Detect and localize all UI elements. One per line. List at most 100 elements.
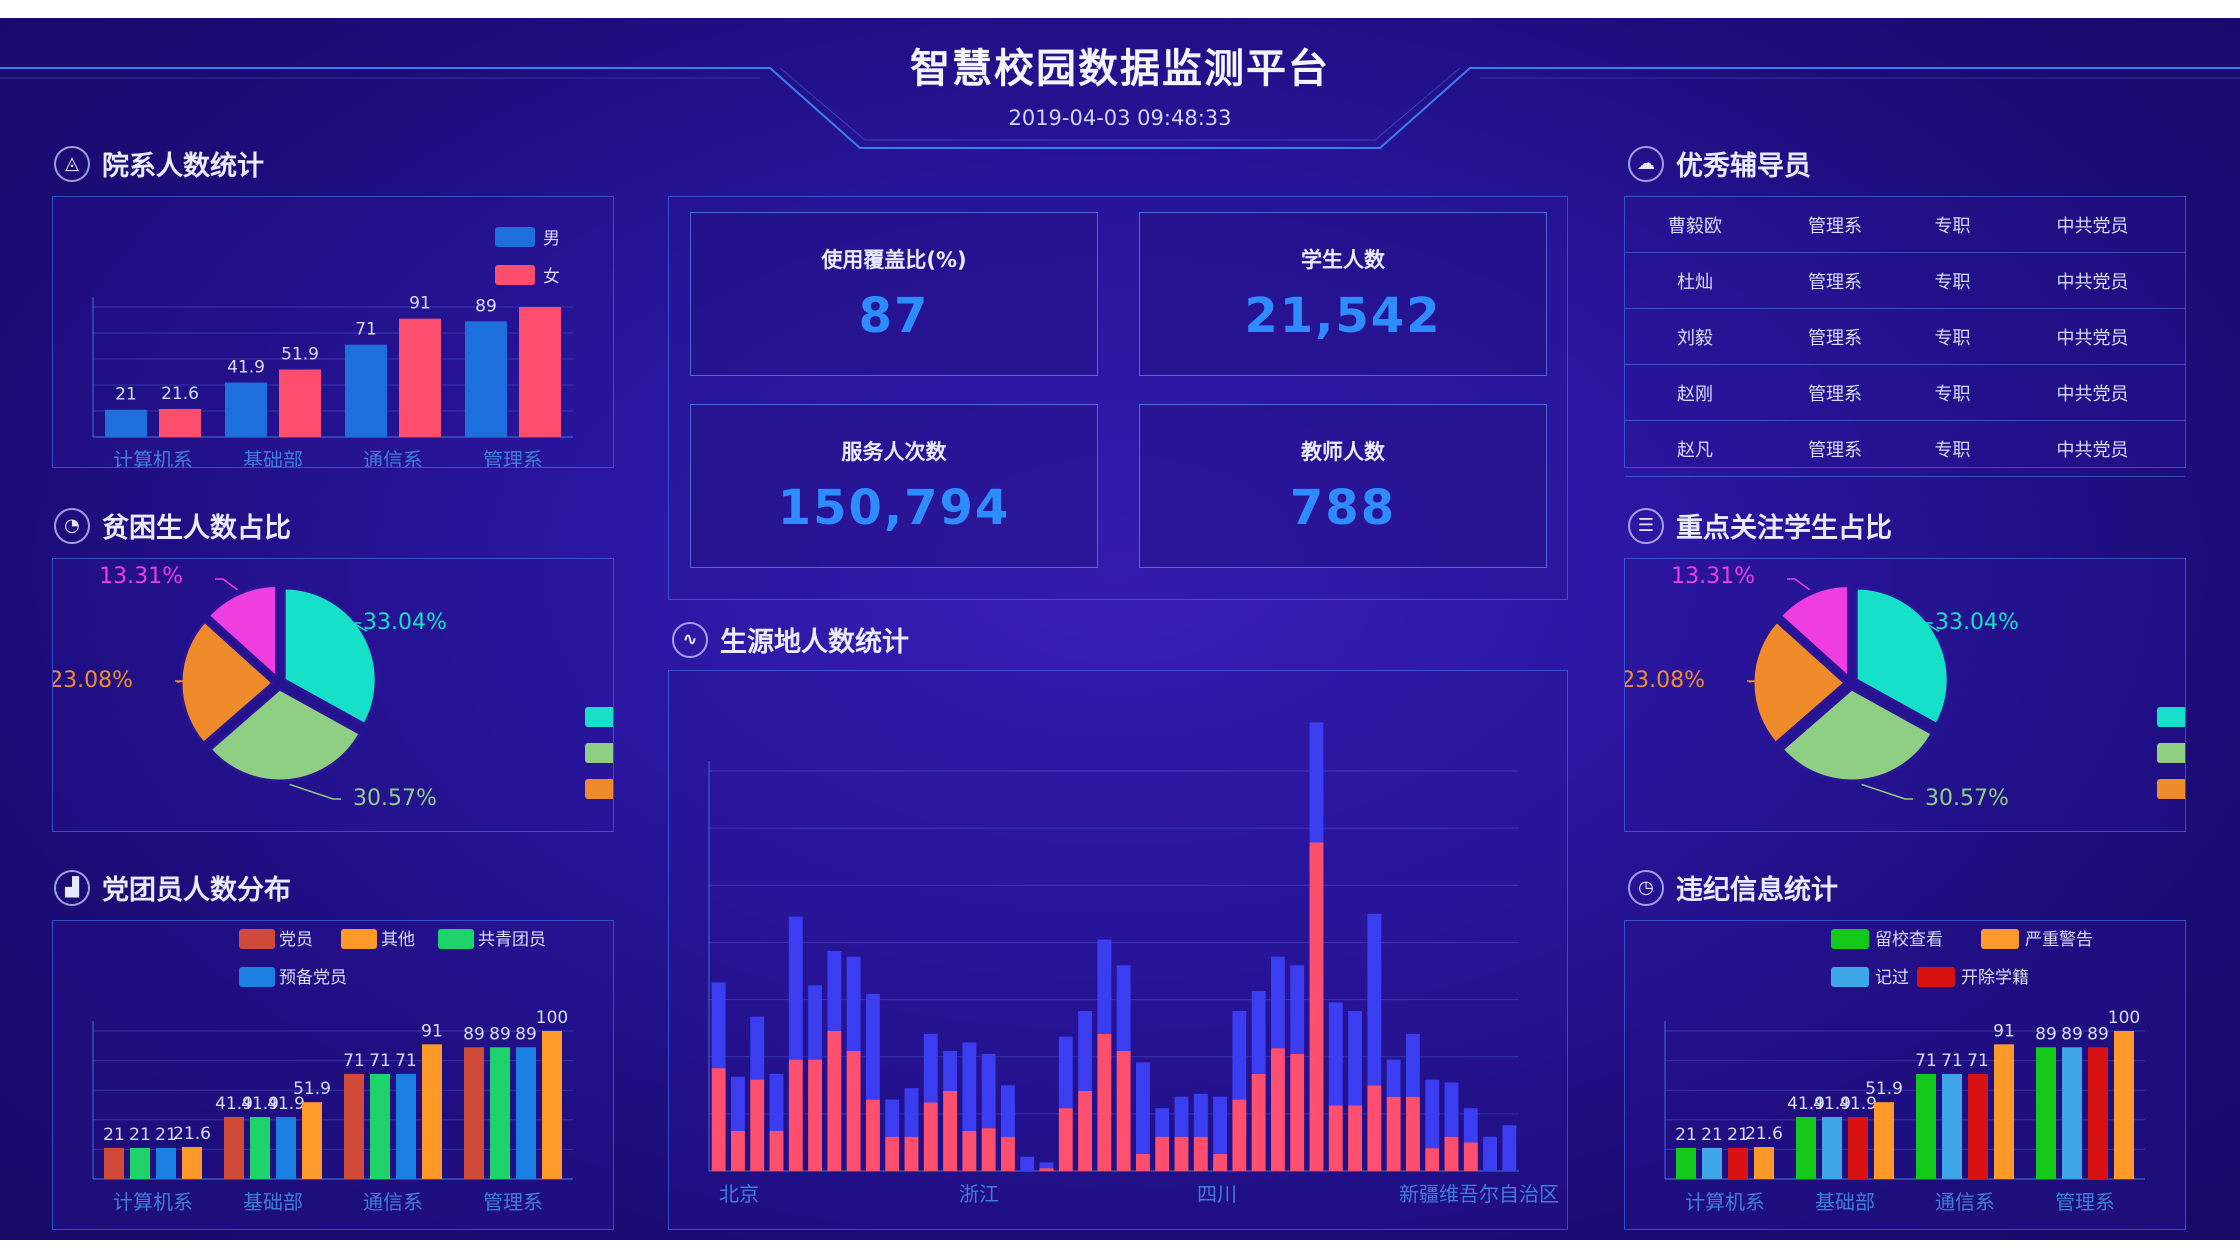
bar	[769, 1131, 784, 1171]
table-row: 杜灿 管理系 专职 中共党员	[1625, 252, 2185, 309]
bar	[962, 1042, 977, 1131]
legend-swatch	[1981, 929, 2019, 949]
pie-label: 13.31%	[99, 564, 183, 589]
legend-label: 共青团员	[478, 930, 546, 950]
bar	[344, 1073, 364, 1179]
legend-label: 记过	[1875, 968, 1909, 988]
stat-value: 87	[858, 288, 930, 344]
legend-swatch	[1831, 929, 1869, 949]
bar	[105, 409, 147, 437]
table-cell: 专职	[1905, 364, 2000, 421]
table-cell: 专职	[1905, 252, 2000, 309]
bar	[885, 1099, 900, 1137]
data-label: 21.6	[1745, 1124, 1783, 1144]
x-tick-label: 管理系	[483, 1190, 543, 1214]
pie-leader-line	[1747, 680, 1756, 683]
bar	[1213, 1153, 1228, 1171]
legend-swatch	[2157, 707, 2197, 727]
bar	[2036, 1047, 2056, 1179]
bar	[225, 382, 267, 437]
bar	[279, 369, 321, 437]
section-title-focus-ratio: ☰ 重点关注学生占比	[1628, 506, 1892, 545]
bar	[1367, 1085, 1382, 1171]
bar	[104, 1147, 124, 1179]
bar	[519, 307, 561, 437]
bar	[1367, 913, 1382, 1086]
stat-label: 服务人次数	[841, 440, 947, 464]
stat-label: 使用覆盖比(%)	[821, 248, 967, 272]
section-title-text: 院系人数统计	[102, 151, 264, 182]
bar	[865, 1099, 880, 1171]
data-label: 71	[1915, 1051, 1937, 1071]
bar	[1097, 939, 1112, 1034]
bar	[1425, 1148, 1440, 1171]
bar	[1968, 1073, 1988, 1179]
legend-label: 严重警告	[2025, 930, 2093, 950]
bar	[1916, 1073, 1936, 1179]
party-distribution-chart: 21 21 2121.6计算机系41.941.941.951.9基础部71 71 719…	[92, 929, 573, 1214]
x-tick-label: 基础部	[1815, 1190, 1875, 1214]
x-tick-label: 管理系	[2055, 1190, 2115, 1214]
data-label: 71	[369, 1051, 391, 1071]
bar	[370, 1073, 390, 1179]
data-label: 21	[103, 1125, 125, 1145]
bar	[396, 1073, 416, 1179]
table-cell: 曹毅欧	[1625, 197, 1765, 253]
legend-swatch	[1917, 967, 1955, 987]
pie-leader-line	[1861, 783, 1913, 800]
stat-value: 21,542	[1244, 288, 1442, 344]
data-label: 21	[1675, 1125, 1697, 1145]
bar	[1405, 1033, 1420, 1097]
bar	[1848, 1116, 1868, 1179]
bar	[1702, 1147, 1722, 1179]
pie-leader-line	[175, 680, 184, 683]
section-title-text: 重点关注学生占比	[1676, 513, 1892, 544]
bar	[1942, 1073, 1962, 1179]
x-tick-label: 四川	[1197, 1182, 1237, 1206]
legend-swatch	[495, 227, 535, 247]
x-tick-label: 北京	[719, 1182, 759, 1206]
data-label: 41.9	[227, 358, 265, 378]
bar	[730, 1131, 745, 1171]
bar	[1728, 1147, 1748, 1179]
bar	[1822, 1116, 1842, 1179]
section-title-text: 违纪信息统计	[1676, 875, 1838, 906]
focus-ratio-chart: 33.04% 30.57% 23.08% 13.31%	[1621, 564, 2197, 811]
data-label: 71	[395, 1051, 417, 1071]
stat-label: 教师人数	[1301, 440, 1385, 464]
stat-value: 150,794	[777, 480, 1011, 536]
bar	[750, 1016, 765, 1080]
legend-label: 预备党员	[279, 968, 347, 988]
bar	[276, 1116, 296, 1179]
section-title-tutors: ☁ 优秀辅导员	[1628, 144, 1811, 183]
bar	[1270, 1048, 1285, 1171]
data-label: 51.9	[1865, 1079, 1903, 1099]
table-cell: 专职	[1905, 308, 2000, 365]
bar	[156, 1147, 176, 1179]
table-cell: 中共党员	[2000, 364, 2185, 421]
bar	[1348, 1011, 1363, 1106]
bar	[1039, 1162, 1054, 1169]
bar	[923, 1033, 938, 1103]
data-label: 89	[463, 1024, 485, 1044]
data-label: 21	[115, 385, 137, 405]
pie-label: 23.08%	[53, 668, 133, 693]
data-label: 89	[515, 1024, 537, 1044]
x-tick-label: 通信系	[1935, 1190, 1995, 1214]
legend-swatch	[585, 779, 625, 799]
section-title-discipline: ◷ 违纪信息统计	[1628, 868, 1838, 907]
bar	[1405, 1096, 1420, 1171]
legend-label: 留校查看	[1875, 930, 1943, 950]
pie-icon: ◔	[54, 507, 90, 544]
legend-swatch	[438, 929, 474, 949]
bar	[1232, 1011, 1247, 1100]
stat-card-services: 服务人次数 150,794	[690, 404, 1098, 568]
bar	[1796, 1116, 1816, 1179]
data-label: 89	[2061, 1024, 2083, 1044]
stat-value: 788	[1289, 480, 1397, 536]
bar	[1444, 1136, 1459, 1171]
pie-label: 30.57%	[1925, 786, 2009, 811]
legend-label: 开除学籍	[1961, 968, 2029, 988]
section-title-text: 优秀辅导员	[1676, 151, 1811, 182]
table-row: 曹毅欧 管理系 专职 中共党员	[1625, 197, 2185, 253]
